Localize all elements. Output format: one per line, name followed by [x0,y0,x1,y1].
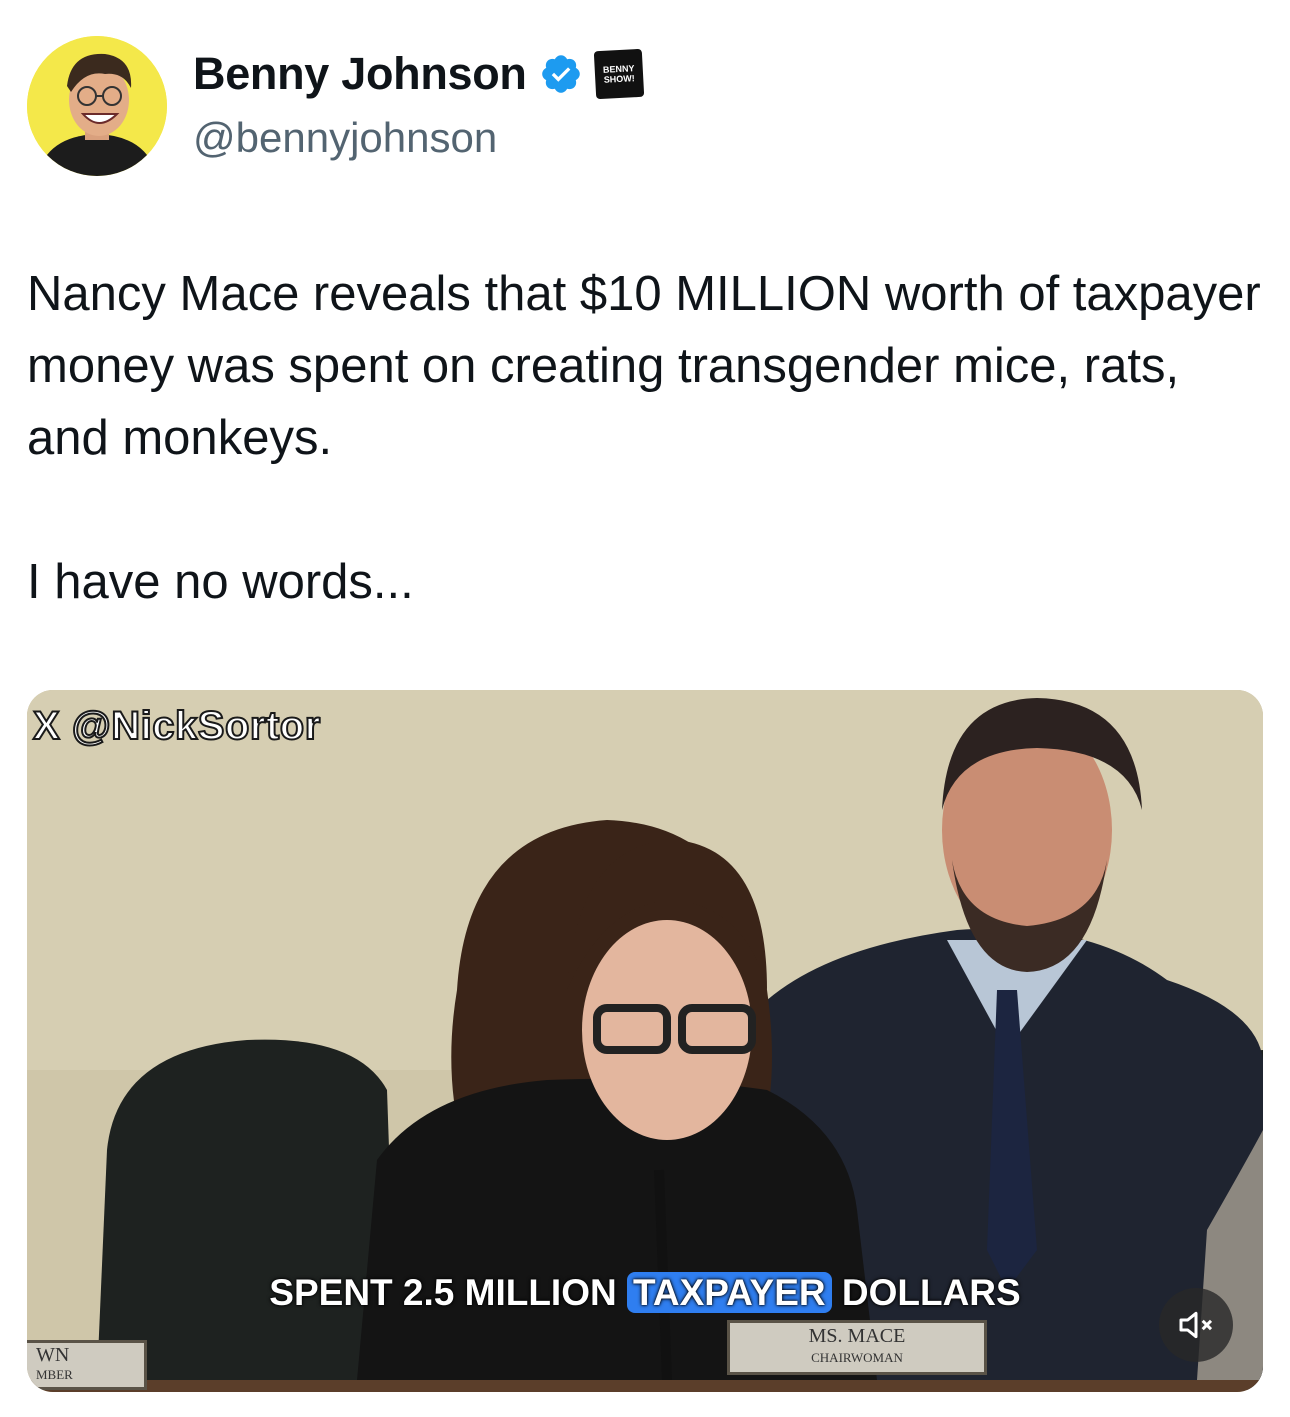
video-player[interactable]: X @NickSortor WN MBER MS. MACE CHAIRWOMA… [27,690,1263,1392]
left-nameplate-line1: WN [36,1344,70,1366]
caption-text-before: SPENT 2.5 MILLION [269,1272,627,1313]
display-name[interactable]: Benny Johnson [193,48,527,100]
caption-highlight: TAXPAYER [627,1272,832,1313]
source-watermark: X @NickSortor [32,703,321,749]
left-nameplate-line2: MBER [36,1367,73,1382]
nameplate-line1: MS. MACE [808,1325,906,1347]
affiliate-badge[interactable]: BENNY SHOW! [593,48,644,100]
tweet-paragraph-1: Nancy Mace reveals that $10 MILLION wort… [27,267,1261,465]
author-name-row: Benny Johnson BENNY SHOW! [193,48,644,100]
video-caption: SPENT 2.5 MILLION TAXPAYER DOLLARS [27,1272,1263,1314]
volume-muted-icon [1179,1311,1213,1339]
mute-button[interactable] [1159,1288,1233,1362]
tweet-paragraph-2: I have no words... [27,555,414,609]
verified-badge-icon [541,55,580,93]
caption-text-after: DOLLARS [831,1272,1021,1313]
nameplate: MS. MACE CHAIRWOMAN [727,1320,987,1375]
tweet-text: Nancy Mace reveals that $10 MILLION wort… [27,258,1267,618]
user-handle[interactable]: @bennyjohnson [193,114,497,162]
nameplate-line2: CHAIRWOMAN [811,1350,903,1365]
left-nameplate: WN MBER [27,1340,147,1390]
avatar[interactable] [27,36,167,176]
